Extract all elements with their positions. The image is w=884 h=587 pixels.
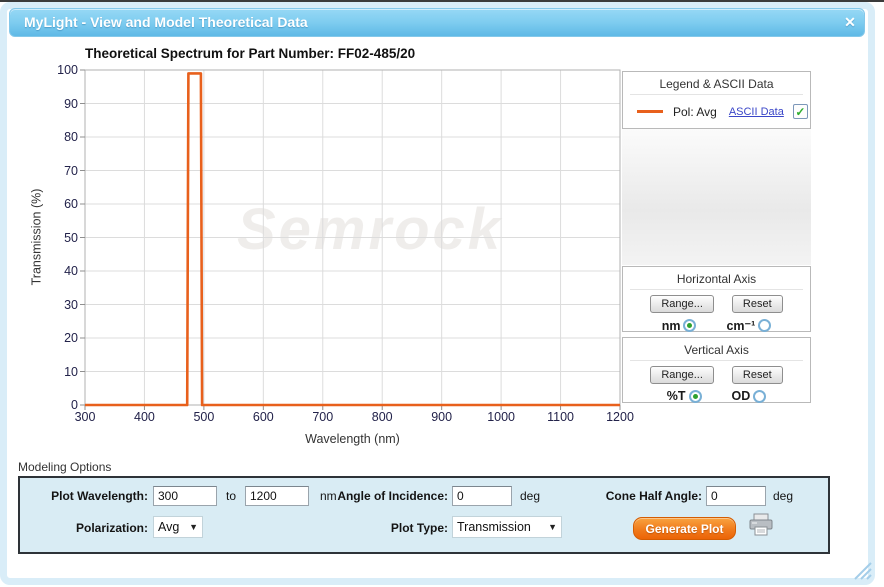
y-tick-label: 90 [44, 97, 78, 111]
y-tick-label: 30 [44, 298, 78, 312]
window-top-edge [0, 0, 884, 2]
horizontal-range-button[interactable]: Range... [650, 295, 714, 313]
x-tick-label: 1000 [479, 410, 523, 424]
unit-cm1-radio[interactable] [758, 319, 771, 332]
generate-plot-button[interactable]: Generate Plot [633, 517, 736, 540]
horizontal-reset-button[interactable]: Reset [732, 295, 783, 313]
polarization-label: Polarization: [58, 521, 148, 535]
x-tick-label: 500 [182, 410, 226, 424]
series-line [85, 73, 620, 405]
unit-od-option[interactable]: OD [732, 389, 767, 403]
y-tick-label: 10 [44, 365, 78, 379]
plot-wavelength-label: Plot Wavelength: [20, 489, 148, 503]
plot-type-label: Plot Type: [370, 521, 448, 535]
cone-half-angle-input[interactable] [706, 486, 766, 506]
y-tick-label: 60 [44, 197, 78, 211]
legend-swatch [637, 110, 663, 113]
to-text: to [226, 489, 236, 503]
cone-unit: deg [773, 489, 793, 503]
ascii-data-link[interactable]: ASCII Data [729, 106, 784, 118]
polarization-value: Avg [158, 520, 179, 534]
print-icon[interactable] [748, 513, 774, 537]
vertical-range-button[interactable]: Range... [650, 366, 714, 384]
y-tick-label: 40 [44, 264, 78, 278]
y-tick-label: 20 [44, 331, 78, 345]
vertical-axis-panel: Vertical Axis Range... Reset %T OD [622, 337, 811, 403]
legend-row: Pol: Avg ASCII Data [623, 95, 810, 119]
vertical-reset-button[interactable]: Reset [732, 366, 783, 384]
aoi-unit: deg [520, 489, 540, 503]
unit-nm-radio[interactable] [683, 319, 696, 332]
plot-type-select[interactable]: Transmission ▼ [452, 516, 562, 538]
wavelength-from-input[interactable] [153, 486, 217, 506]
unit-od-radio[interactable] [753, 390, 766, 403]
resize-grip[interactable] [851, 562, 873, 580]
wavelength-to-input[interactable] [245, 486, 309, 506]
mylight-dialog: MyLight - View and Model Theoretical Dat… [0, 0, 884, 587]
cone-half-angle-label: Cone Half Angle: [586, 489, 702, 503]
y-tick-label: 0 [44, 398, 78, 412]
separator [630, 360, 803, 361]
x-tick-label: 800 [360, 410, 404, 424]
y-tick-label: 100 [44, 63, 78, 77]
chart-title: Theoretical Spectrum for Part Number: FF… [85, 46, 415, 61]
dialog-title: MyLight - View and Model Theoretical Dat… [24, 14, 308, 30]
horizontal-axis-panel: Horizontal Axis Range... Reset nm cm⁻¹ [622, 266, 811, 332]
x-tick-label: 700 [301, 410, 345, 424]
y-tick-label: 70 [44, 164, 78, 178]
x-tick-label: 1100 [539, 410, 583, 424]
angle-of-incidence-input[interactable] [452, 486, 512, 506]
legend-panel: Legend & ASCII Data Pol: Avg ASCII Data [622, 71, 811, 129]
x-tick-label: 900 [420, 410, 464, 424]
close-icon[interactable]: ✕ [840, 12, 860, 32]
unit-cm1-label: cm⁻¹ [726, 318, 755, 333]
x-tick-label: 400 [122, 410, 166, 424]
dialog-titlebar[interactable]: MyLight - View and Model Theoretical Dat… [9, 8, 865, 37]
modeling-options-label: Modeling Options [18, 460, 111, 474]
unit-cm1-option[interactable]: cm⁻¹ [726, 318, 771, 333]
dropdown-arrow-icon: ▼ [181, 522, 198, 532]
horizontal-axis-title: Horizontal Axis [623, 267, 810, 286]
legend-panel-title: Legend & ASCII Data [623, 72, 810, 91]
plot-area[interactable] [85, 70, 620, 405]
dropdown-arrow-icon: ▼ [540, 522, 557, 532]
unit-od-label: OD [732, 389, 751, 403]
unit-pct-t-option[interactable]: %T [667, 389, 702, 403]
side-panel-spacer [622, 129, 811, 265]
legend-entry-label: Pol: Avg [673, 105, 717, 119]
unit-pct-t-radio[interactable] [689, 390, 702, 403]
plot-type-value: Transmission [457, 520, 531, 534]
y-tick-label: 80 [44, 130, 78, 144]
x-axis-label: Wavelength (nm) [85, 432, 620, 446]
angle-of-incidence-label: Angle of Incidence: [330, 489, 448, 503]
polarization-select[interactable]: Avg ▼ [153, 516, 203, 538]
vertical-axis-title: Vertical Axis [623, 338, 810, 357]
x-tick-label: 1200 [598, 410, 642, 424]
separator [630, 289, 803, 290]
legend-visibility-checkbox[interactable] [793, 104, 808, 119]
unit-pct-t-label: %T [667, 389, 686, 403]
y-tick-label: 50 [44, 231, 78, 245]
x-tick-label: 300 [63, 410, 107, 424]
unit-nm-option[interactable]: nm [662, 319, 697, 333]
x-tick-label: 600 [241, 410, 285, 424]
unit-nm-label: nm [662, 319, 681, 333]
